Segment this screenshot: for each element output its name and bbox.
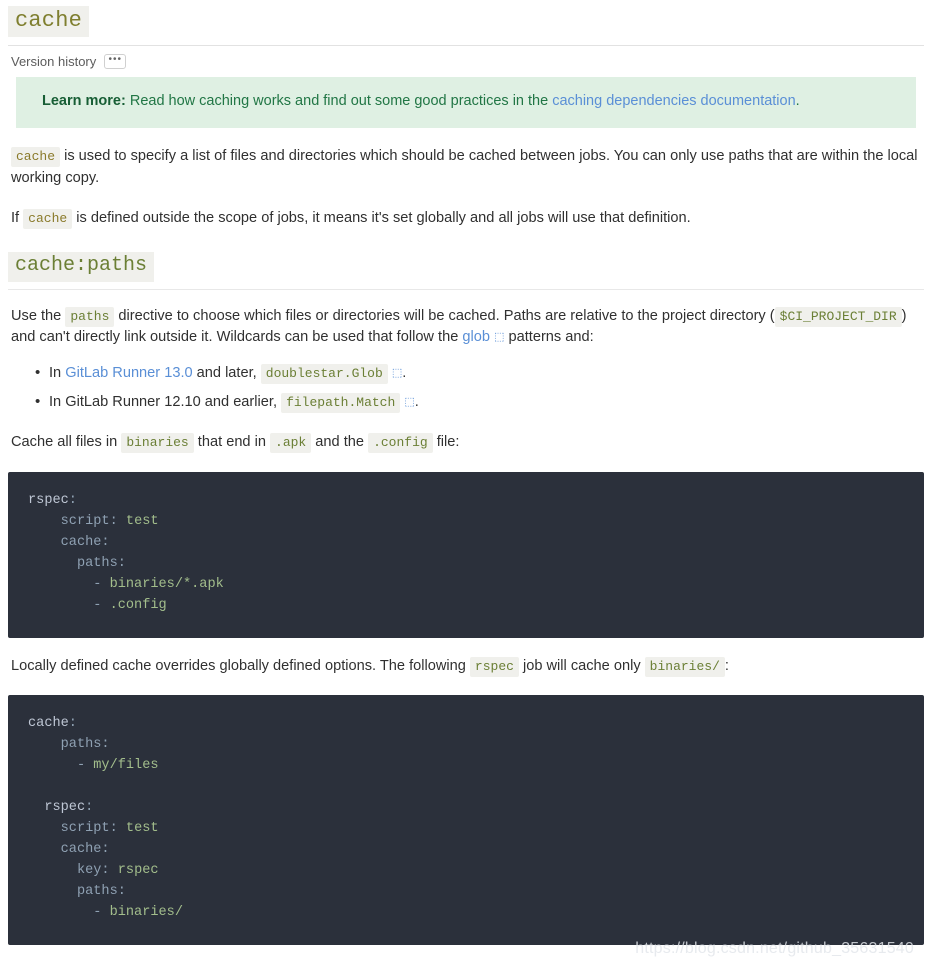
code-token: script bbox=[28, 513, 110, 529]
code-token: binaries/*.apk bbox=[109, 576, 224, 592]
paragraph-cache-all-files: Cache all files in binaries that end in … bbox=[11, 432, 921, 454]
page-title: cache bbox=[8, 6, 90, 38]
code-token: key bbox=[28, 863, 102, 879]
code-token: cache bbox=[28, 716, 69, 732]
version-history-label: Version history bbox=[11, 54, 97, 70]
inline-code-ci-project-dir: $CI_PROJECT_DIR bbox=[774, 306, 902, 327]
inline-code-config: .config bbox=[368, 432, 433, 453]
code-token: : bbox=[101, 737, 110, 753]
section-title-cache-paths: cache:paths bbox=[8, 251, 155, 282]
gitlab-runner-12-text: GitLab Runner 12.10 bbox=[65, 394, 201, 411]
code-token: : bbox=[68, 716, 77, 732]
code-token: cache bbox=[28, 534, 102, 550]
code-token: rspec bbox=[117, 863, 159, 879]
paragraph-global-lead: If bbox=[11, 209, 24, 226]
external-link-icon: ⬚ bbox=[391, 366, 403, 380]
code-token: script bbox=[28, 821, 110, 837]
code-token: rspec bbox=[28, 492, 69, 508]
runner-version-list: In GitLab Runner 13.0 and later, doubles… bbox=[8, 362, 924, 414]
bullet2-mid: and earlier, bbox=[200, 394, 282, 411]
paragraph-cache-text: is used to specify a list of files and d… bbox=[11, 147, 918, 186]
code-token: : bbox=[68, 492, 77, 508]
bullet2-end: . bbox=[414, 394, 419, 411]
bullet1-mid: and later, bbox=[192, 365, 261, 382]
paragraph-paths-description: Use the paths directive to choose which … bbox=[11, 306, 921, 350]
override-mid: job will cache only bbox=[518, 657, 645, 674]
code-token: : bbox=[109, 821, 126, 837]
cache-intro-mid2: and the bbox=[311, 433, 369, 450]
caching-dependencies-link[interactable]: caching dependencies documentation bbox=[552, 93, 795, 109]
glob-link[interactable]: glob bbox=[462, 329, 490, 345]
inline-code-rspec: rspec bbox=[469, 656, 519, 677]
documentation-page: cache Version history ••• Learn more: Re… bbox=[0, 0, 932, 946]
code-token: test bbox=[125, 513, 159, 529]
external-link-icon: ⬚ bbox=[494, 330, 505, 344]
code-token: - bbox=[28, 597, 110, 613]
paragraph-global-text: is defined outside the scope of jobs, it… bbox=[72, 209, 691, 226]
code-token: paths bbox=[28, 884, 118, 900]
alert-strong-label: Learn more: bbox=[42, 93, 126, 110]
inline-code-apk: .apk bbox=[270, 432, 312, 453]
code-token: : bbox=[101, 842, 110, 858]
bullet2-lead: In bbox=[49, 394, 66, 411]
code-token: : bbox=[117, 555, 126, 571]
code-block-rspec-cache: rspec: script: test cache: paths: - bina… bbox=[8, 471, 924, 638]
more-options-icon[interactable]: ••• bbox=[104, 54, 127, 70]
external-link-icon: ⬚ bbox=[404, 395, 415, 409]
version-history-row: Version history ••• bbox=[11, 54, 924, 70]
cache-intro-end: file: bbox=[432, 433, 460, 450]
code-token: : bbox=[101, 863, 118, 879]
override-lead: Locally defined cache overrides globally… bbox=[11, 657, 470, 674]
code-token: my/files bbox=[93, 758, 159, 774]
alert-text-after: . bbox=[795, 93, 800, 110]
inline-code-doublestar-glob: doublestar.Glob bbox=[260, 364, 388, 385]
code-token: binaries/ bbox=[109, 905, 183, 921]
cache-intro-mid1: that end in bbox=[193, 433, 271, 450]
inline-code-cache-2: cache bbox=[23, 208, 73, 229]
paths-lead: Use the bbox=[11, 307, 66, 324]
code-token: : bbox=[117, 884, 126, 900]
list-item: In GitLab Runner 13.0 and later, doubles… bbox=[35, 362, 924, 385]
code-token: rspec bbox=[28, 800, 86, 816]
override-end: : bbox=[724, 657, 729, 674]
code-token: : bbox=[85, 800, 94, 816]
inline-code-cache: cache bbox=[11, 146, 61, 167]
code-block-global-and-job-cache: cache: paths: - my/files rspec: script: … bbox=[8, 695, 924, 946]
inline-code-filepath-match: filepath.Match bbox=[281, 393, 401, 414]
code-token: paths bbox=[28, 555, 118, 571]
code-token: - bbox=[28, 905, 110, 921]
code-token: - bbox=[28, 576, 110, 592]
code-token: : bbox=[101, 534, 110, 550]
paths-mid: directive to choose which files or direc… bbox=[114, 307, 775, 324]
list-item: In GitLab Runner 12.10 and earlier, file… bbox=[35, 391, 924, 414]
bullet1-lead: In bbox=[49, 365, 66, 382]
paths-end: patterns and: bbox=[504, 329, 594, 346]
gitlab-runner-13-link[interactable]: GitLab Runner 13.0 bbox=[65, 365, 192, 381]
paragraph-cache-description: cache is used to specify a list of files… bbox=[11, 146, 921, 190]
code-token: test bbox=[125, 821, 159, 837]
inline-code-binaries-slash: binaries/ bbox=[644, 656, 725, 677]
section-divider bbox=[8, 288, 924, 290]
code-token: .config bbox=[109, 597, 167, 613]
code-token: paths bbox=[28, 737, 102, 753]
code-token: : bbox=[109, 513, 126, 529]
paragraph-global-scope: If cache is defined outside the scope of… bbox=[11, 208, 921, 230]
paragraph-override: Locally defined cache overrides globally… bbox=[11, 656, 921, 678]
code-token: cache bbox=[28, 842, 102, 858]
inline-code-binaries: binaries bbox=[121, 432, 194, 453]
cache-intro-lead: Cache all files in bbox=[11, 433, 122, 450]
inline-code-paths: paths bbox=[65, 306, 115, 327]
alert-text-before: Read how caching works and find out some… bbox=[125, 93, 553, 110]
code-token: - bbox=[28, 758, 94, 774]
title-divider bbox=[8, 45, 924, 47]
learn-more-alert: Learn more: Read how caching works and f… bbox=[16, 77, 916, 128]
bullet1-end: . bbox=[402, 365, 407, 382]
